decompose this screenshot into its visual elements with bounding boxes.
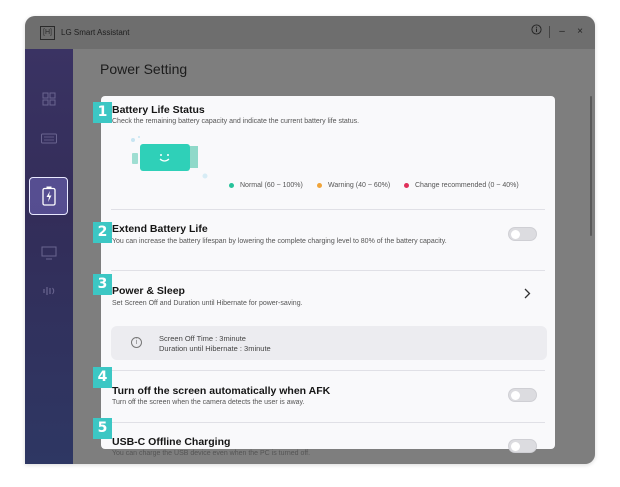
- battery-illustration: [131, 136, 208, 179]
- divider: [111, 370, 545, 371]
- divider: [111, 270, 545, 271]
- titlebar-separator: [549, 26, 550, 38]
- legend-change: Change recommended (0 ~ 40%): [404, 182, 519, 189]
- sidebar: [25, 49, 73, 464]
- page-title: Power Setting: [100, 61, 188, 77]
- badge-4: 4: [93, 367, 112, 388]
- badge-5: 5: [93, 418, 112, 439]
- legend-warning: Warning (40 ~ 60%): [317, 182, 390, 189]
- app-logo: [H]: [40, 26, 55, 40]
- keyboard-icon: [41, 133, 57, 144]
- usbc-desc: You can charge the USB device even when …: [112, 450, 311, 457]
- change-status-dot: [404, 183, 409, 188]
- power-sleep-desc: Set Screen Off and Duration until Hibern…: [112, 300, 303, 307]
- extend-battery-toggle[interactable]: [508, 227, 537, 241]
- extend-battery-desc: You can increase the battery lifespan by…: [112, 238, 447, 245]
- legend-change-label: Change recommended (0 ~ 40%): [415, 182, 519, 189]
- badge-3: 3: [93, 274, 112, 295]
- sound-icon: [43, 287, 55, 295]
- divider: [111, 422, 545, 423]
- monitor-icon: [41, 246, 57, 260]
- screen-off-time: Screen Off Time : 3minute: [159, 334, 246, 343]
- badge-1: 1: [93, 102, 112, 123]
- normal-status-dot: [229, 183, 234, 188]
- badge-2: 2: [93, 222, 112, 243]
- info-icon[interactable]: [528, 24, 544, 40]
- usbc-title: USB-C Offline Charging: [112, 436, 231, 448]
- legend-normal-label: Normal (60 ~ 100%): [240, 182, 303, 189]
- afk-toggle[interactable]: [508, 388, 537, 402]
- sidebar-item-display[interactable]: [39, 245, 59, 261]
- toggle-knob: [511, 390, 520, 400]
- divider: [111, 209, 545, 210]
- battery-icon: [41, 186, 56, 206]
- title-bar: [H] LG Smart Assistant – ×: [25, 16, 595, 49]
- sidebar-item-apps[interactable]: [39, 91, 59, 107]
- sidebar-item-sound[interactable]: [39, 283, 59, 299]
- power-sleep-info-box: i Screen Off Time : 3minute Duration unt…: [111, 326, 547, 360]
- extend-battery-title: Extend Battery Life: [112, 223, 208, 235]
- app-window: [H] LG Smart Assistant – × Power Setting…: [25, 16, 595, 464]
- usbc-toggle[interactable]: [508, 439, 537, 453]
- close-button[interactable]: ×: [573, 24, 587, 40]
- sidebar-item-power[interactable]: [29, 177, 68, 215]
- afk-title: Turn off the screen automatically when A…: [112, 385, 331, 397]
- hibernate-duration: Duration until Hibernate : 3minute: [159, 344, 271, 353]
- apps-icon: [42, 92, 56, 106]
- info-circle-icon: i: [131, 337, 142, 348]
- sidebar-item-keyboard[interactable]: [39, 131, 59, 147]
- toggle-knob: [511, 229, 520, 239]
- scrollbar[interactable]: [590, 96, 592, 236]
- battery-status-desc: Check the remaining battery capacity and…: [112, 118, 360, 125]
- minimize-button[interactable]: –: [555, 24, 569, 40]
- power-sleep-title[interactable]: Power & Sleep: [112, 285, 185, 297]
- toggle-knob: [511, 441, 520, 451]
- legend-normal: Normal (60 ~ 100%): [229, 182, 303, 189]
- battery-status-title: Battery Life Status: [112, 104, 205, 116]
- settings-panel: 1 Battery Life Status Check the remainin…: [93, 96, 555, 457]
- legend-warning-label: Warning (40 ~ 60%): [328, 182, 391, 189]
- chevron-right-icon[interactable]: [523, 287, 531, 302]
- app-title: LG Smart Assistant: [61, 28, 130, 37]
- afk-desc: Turn off the screen when the camera dete…: [112, 399, 305, 406]
- warning-status-dot: [317, 183, 322, 188]
